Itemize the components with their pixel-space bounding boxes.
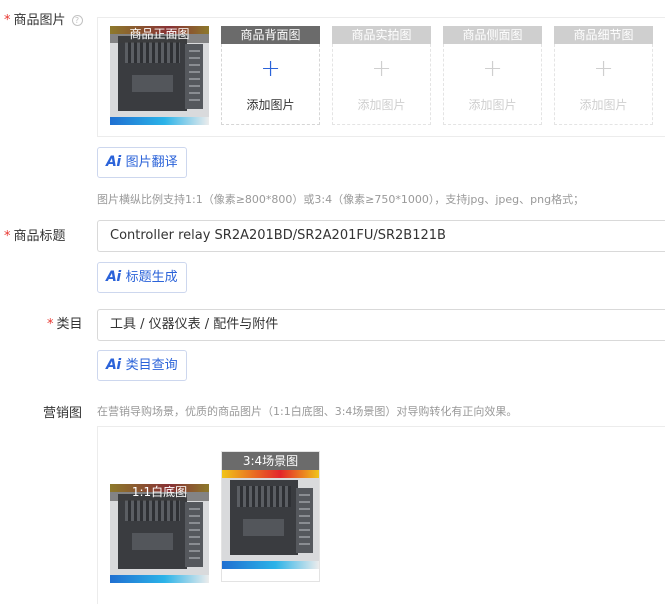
add-image-text: 添加图片: [468, 98, 517, 112]
category-label: * 类目: [47, 317, 83, 332]
image-slot-real-shot[interactable]: 商品实拍图 + 添加图片: [332, 26, 431, 125]
add-image-text: 添加图片: [246, 98, 295, 112]
image-slot-front[interactable]: 商品正面图: [110, 26, 209, 125]
button-label: 标题生成: [125, 270, 178, 285]
marketing-image-title: 1:1白底图: [110, 484, 209, 501]
product-title-label: * 商品标题: [4, 229, 66, 244]
ai-icon: Ai: [106, 269, 121, 285]
button-label: 类目查询: [125, 358, 178, 373]
image-translate-button[interactable]: Ai 图片翻译: [97, 147, 187, 178]
add-image-text: 添加图片: [579, 98, 628, 112]
plus-icon: +: [260, 54, 281, 82]
product-title-input[interactable]: Controller relay SR2A201BD/SR2A201FU/SR2…: [97, 220, 665, 252]
product-images-label: * 商品图片?: [4, 9, 83, 28]
ai-icon: Ai: [106, 357, 121, 373]
marketing-images-hint: 在营销导购场景，优质的商品图片（1:1白底图、3:4场景图）对导购转化有正向效果…: [97, 405, 518, 418]
button-label: 图片翻译: [125, 155, 178, 170]
image-format-hint: 图片横纵比例支持1:1（像素≥800*800）或3:4（像素≥750*1000）…: [97, 193, 585, 206]
image-slot-back[interactable]: 商品背面图 + 添加图片: [221, 26, 320, 125]
marketing-images-label: 营销图: [43, 406, 83, 421]
marketing-image-portrait[interactable]: 3:4场景图: [221, 451, 320, 582]
slot-title: 商品侧面图: [443, 26, 542, 44]
image-slot-detail[interactable]: 商品细节图 + 添加图片: [554, 26, 653, 125]
product-photo: [222, 470, 319, 569]
slot-title: 商品背面图: [221, 26, 320, 44]
title-generate-button[interactable]: Ai 标题生成: [97, 262, 187, 293]
category-query-button[interactable]: Ai 类目查询: [97, 350, 187, 381]
plus-icon: +: [371, 54, 392, 82]
slot-title: 商品细节图: [554, 26, 653, 44]
plus-icon: +: [593, 54, 614, 82]
required-mark: *: [47, 317, 54, 332]
slot-title: 商品实拍图: [332, 26, 431, 44]
image-slot-side[interactable]: 商品侧面图 + 添加图片: [443, 26, 542, 125]
add-image-text: 添加图片: [357, 98, 406, 112]
required-mark: *: [4, 13, 11, 28]
slot-title: 商品正面图: [110, 26, 209, 43]
ai-icon: Ai: [106, 154, 121, 170]
plus-icon: +: [482, 54, 503, 82]
marketing-image-square[interactable]: 1:1白底图: [110, 484, 209, 583]
help-icon[interactable]: ?: [71, 15, 83, 26]
required-mark: *: [4, 229, 11, 244]
marketing-image-title: 3:4场景图: [222, 452, 319, 470]
category-input[interactable]: 工具 / 仪器仪表 / 配件与附件: [97, 309, 665, 341]
